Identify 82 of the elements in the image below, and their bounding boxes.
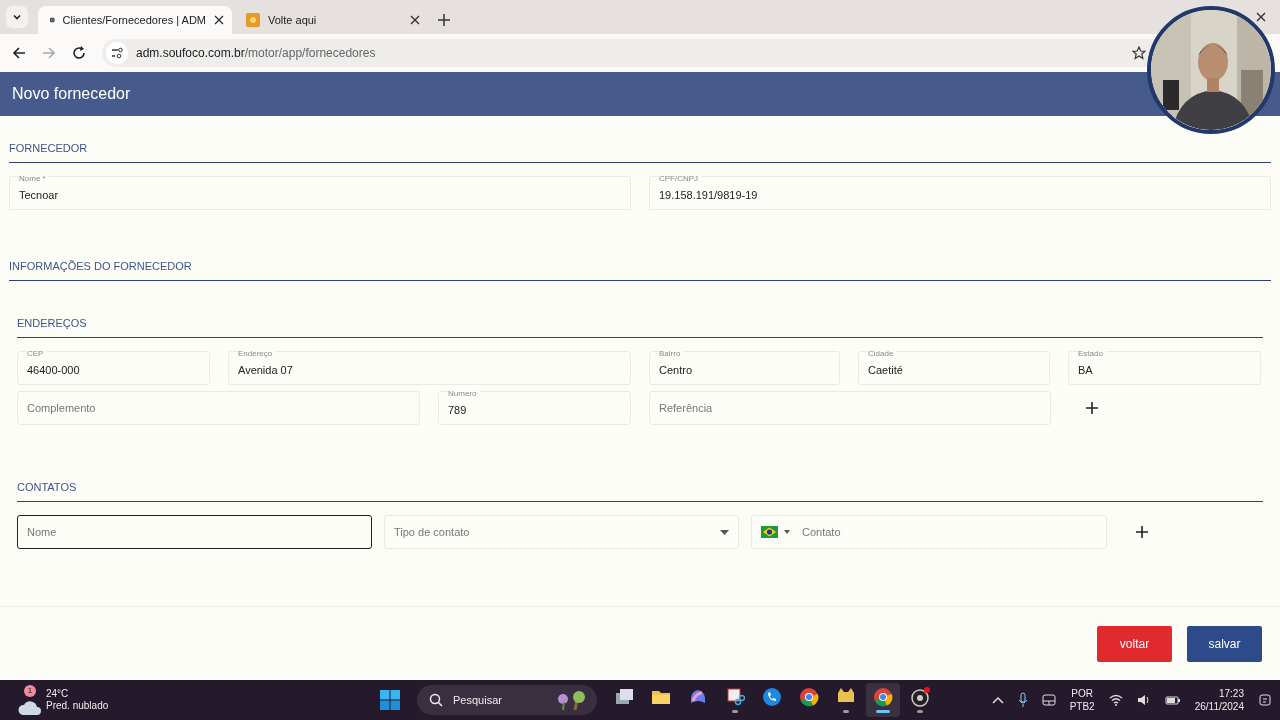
- clock[interactable]: 17:23 26/11/2024: [1194, 687, 1244, 713]
- start-icon[interactable]: [380, 690, 400, 710]
- site-settings-icon[interactable]: [106, 42, 128, 64]
- placeholder-text: Nome: [27, 526, 57, 538]
- close-icon[interactable]: [410, 15, 420, 25]
- field-value: BA: [1078, 364, 1093, 376]
- wifi-icon[interactable]: [1108, 694, 1123, 706]
- section-title: INFORMAÇÕES DO FORNECEDOR: [9, 260, 192, 272]
- close-icon[interactable]: [1256, 12, 1266, 22]
- field-value: Avenida 07: [238, 364, 293, 376]
- select-field[interactable]: Tipo de contato: [384, 515, 739, 549]
- bookmark-star-icon[interactable]: [1132, 46, 1146, 60]
- snipping-tool-icon: [725, 687, 745, 707]
- field-value: 19.158.191/9819-19: [659, 189, 758, 201]
- weather-widget[interactable]: 1 24°C Pred. nublado: [18, 685, 348, 715]
- microphone-icon[interactable]: [1017, 692, 1028, 708]
- search-box[interactable]: Pesquisar: [417, 685, 597, 715]
- field-value: 46400-000: [27, 364, 80, 376]
- task-view-icon: [614, 687, 634, 707]
- touchpad-icon[interactable]: [1041, 694, 1056, 706]
- save-button[interactable]: salvar: [1187, 625, 1262, 662]
- input-field[interactable]: CEP 46400-000: [17, 351, 210, 385]
- section-title: FORNECEDOR: [9, 142, 88, 154]
- section-title: CONTATOS: [17, 481, 77, 493]
- placeholder-text: Complemento: [27, 402, 96, 414]
- back-button[interactable]: voltar: [1097, 625, 1172, 662]
- field-value: Caetité: [868, 364, 903, 376]
- plus-icon[interactable]: [1136, 526, 1148, 538]
- field-label: CEP: [27, 349, 47, 358]
- search-icon: [429, 693, 443, 707]
- cloud-icon: [18, 699, 42, 715]
- browser-tab[interactable]: Clientes/Fornecedores | ADM: [38, 6, 232, 34]
- field-label: Endereço: [238, 349, 276, 358]
- input-field[interactable]: Endereço Avenida 07: [228, 351, 631, 385]
- back-icon[interactable]: [12, 46, 26, 60]
- browser-tab[interactable]: Volte aqui: [234, 6, 428, 34]
- caret-icon[interactable]: [784, 530, 790, 534]
- field-label: Numero: [448, 389, 480, 398]
- chevron-up-icon[interactable]: [991, 696, 1004, 704]
- new-tab-icon[interactable]: [438, 14, 450, 26]
- placeholder-text: Referência: [659, 402, 713, 414]
- input-field[interactable]: CPF/CNPJ 19.158.191/9819-19: [649, 176, 1271, 210]
- notifications-icon[interactable]: [1258, 693, 1272, 707]
- field-label: CPF/CNPJ: [659, 174, 702, 183]
- flag-icon[interactable]: [761, 526, 778, 538]
- page-title: Novo fornecedor: [12, 85, 131, 103]
- field-label: Bairro: [659, 349, 684, 358]
- field-label: Estado: [1078, 349, 1106, 358]
- close-icon[interactable]: [214, 15, 224, 25]
- notification-badge: 1: [24, 685, 36, 697]
- battery-icon[interactable]: [1164, 695, 1181, 705]
- placeholder-text: Tipo de contato: [394, 526, 470, 538]
- record-icon: [910, 687, 930, 707]
- input-field[interactable]: Bairro Centro: [649, 351, 840, 385]
- phone-link-icon: [762, 687, 782, 707]
- field-value: 789: [448, 404, 467, 416]
- reload-icon[interactable]: [72, 46, 86, 60]
- weather-condition: Pred. nublado: [46, 700, 109, 712]
- input-field[interactable]: Numero 789: [438, 391, 631, 425]
- section-title: ENDEREÇOS: [17, 317, 87, 329]
- tab-favicon-icon: [246, 13, 260, 27]
- temperature: 24°C: [46, 688, 70, 700]
- taskbar-app[interactable]: [866, 683, 900, 717]
- input-field[interactable]: Estado BA: [1068, 351, 1261, 385]
- field-value: Centro: [659, 364, 693, 376]
- placeholder-text: Contato: [802, 526, 841, 538]
- keyboard-language[interactable]: POR PTB2: [1069, 687, 1095, 713]
- field-label: Cidade: [868, 349, 897, 358]
- input-field[interactable]: Nome * Tecnoar: [9, 176, 631, 210]
- input-field[interactable]: Referência: [649, 391, 1051, 425]
- input-field[interactable]: Cidade Caetité: [858, 351, 1050, 385]
- chrome-icon: [799, 687, 819, 707]
- phone-field[interactable]: Contato: [751, 515, 1107, 549]
- field-label: Nome *: [19, 174, 49, 183]
- field-value: Tecnoar: [19, 189, 59, 201]
- caret-icon[interactable]: [720, 529, 729, 535]
- plus-icon[interactable]: [1086, 402, 1098, 414]
- input-field[interactable]: Complemento: [17, 391, 420, 425]
- tab-list-button[interactable]: [6, 6, 28, 28]
- chrome-icon: [873, 687, 893, 707]
- input-field[interactable]: Nome: [17, 515, 372, 549]
- speaker-icon[interactable]: [1136, 694, 1151, 706]
